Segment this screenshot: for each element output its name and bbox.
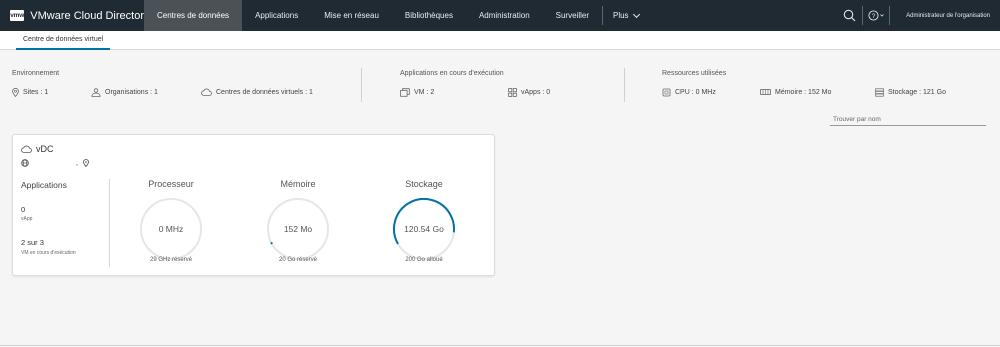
storage-value: 120.54 Go	[404, 224, 444, 234]
cpu-metric-title: Processeur	[131, 179, 211, 189]
storage-metric-title: Stockage	[384, 179, 464, 189]
svg-text:?: ?	[871, 13, 875, 20]
cloud-icon	[201, 88, 212, 96]
environment-title: Environnement	[12, 70, 60, 77]
organization-icon	[91, 88, 101, 97]
summary-divider	[624, 68, 625, 102]
cpu-icon	[662, 88, 671, 97]
user-menu[interactable]: Administrateur de l'organisation	[890, 0, 1000, 31]
applications-heading: Applications	[21, 180, 67, 190]
vdc-card[interactable]: vDC , Applications 0 vApp 2 sur 3 VM en …	[12, 134, 495, 276]
storage-usage: Stockage : 121 Go	[875, 88, 946, 97]
vdc-name: vDC	[36, 144, 54, 154]
help-menu-button[interactable]: ?	[863, 0, 889, 31]
memory-icon	[760, 89, 771, 95]
vmware-logo: vmw	[10, 10, 25, 21]
storage-label: Stockage : 121 Go	[888, 89, 946, 96]
location-pin-icon	[12, 88, 19, 97]
sub-navigation: Centre de données virtuel	[0, 31, 1000, 50]
storage-gauge: 120.54 Go	[391, 196, 457, 262]
sites-label: Sites : 1	[23, 89, 49, 96]
cpu-label: CPU : 0 MHz	[675, 89, 716, 96]
search-icon	[843, 9, 856, 22]
nav-monitor[interactable]: Surveiller	[543, 0, 602, 31]
organizations-label: Organisations : 1	[105, 89, 158, 96]
nav-more-menu[interactable]: Plus	[603, 0, 649, 31]
memory-title: Mémoire	[280, 179, 316, 189]
memory-metric-title: Mémoire	[258, 179, 338, 189]
summary-divider	[361, 68, 362, 102]
sites-count: Sites : 1	[12, 88, 48, 97]
brand[interactable]: vmw VMware Cloud Director	[0, 0, 144, 31]
location-separator: ,	[76, 159, 78, 167]
vapps-count: vApps : 0	[508, 88, 550, 97]
cpu-title: Processeur	[148, 179, 194, 189]
top-navigation-bar: vmw VMware Cloud Director Centres de don…	[0, 0, 1000, 31]
nav-datacenters[interactable]: Centres de données	[144, 0, 243, 31]
memory-gauge: 152 Mo	[265, 196, 331, 262]
storage-icon	[875, 88, 884, 97]
bottom-divider	[0, 345, 1000, 346]
cpu-value: 0 MHz	[158, 224, 184, 234]
organizations-count: Organisations : 1	[91, 88, 158, 97]
card-divider	[109, 179, 110, 267]
running-apps-title: Applications en cours d'exécution	[400, 70, 504, 77]
vapp-label: vApp	[21, 216, 33, 222]
user-role-label: Administrateur de l'organisation	[906, 12, 990, 19]
cpu-reserved: 29 GHz réservé	[149, 257, 192, 263]
vm-count: VM : 2	[400, 88, 434, 97]
storage-title: Stockage	[405, 179, 443, 189]
memory-label: Mémoire : 152 Mo	[775, 88, 832, 96]
header-tools: ? Administrateur de l'organisation	[836, 0, 1000, 31]
chevron-down-icon	[632, 10, 640, 18]
summary-panel: Environnement Sites : 1 Organisations : …	[0, 50, 1000, 105]
nav-administration[interactable]: Administration	[466, 0, 543, 31]
search-input[interactable]	[830, 113, 986, 126]
main-nav: Centres de données Applications Mise en …	[144, 0, 649, 31]
cpu-gauge: 0 MHz	[138, 196, 204, 262]
tab-virtual-datacenter[interactable]: Centre de données virtuel	[16, 31, 111, 50]
search-button[interactable]	[836, 0, 862, 31]
cloud-icon	[21, 145, 32, 153]
nav-applications[interactable]: Applications	[242, 0, 311, 31]
memory-value: 152 Mo	[283, 224, 313, 234]
nav-networking[interactable]: Mise en réseau	[311, 0, 392, 31]
vdc-location: ,	[21, 159, 89, 167]
vapp-icon	[508, 88, 517, 97]
resources-title: Ressources utilisées	[662, 70, 727, 77]
vm-label: VM : 2	[414, 89, 435, 96]
vapps-label: vApps : 0	[521, 89, 551, 96]
vm-running-count: 2 sur 3	[21, 238, 44, 247]
help-icon: ?	[868, 10, 884, 21]
storage-allocated: 200 Go alloué	[405, 257, 443, 263]
vdc-card-title: vDC	[21, 144, 54, 154]
cpu-usage: CPU : 0 MHz	[662, 88, 716, 97]
memory-usage: Mémoire : 152 Mo	[760, 88, 831, 96]
location-pin-icon	[83, 159, 89, 167]
vm-running-label: VM en cours d'exécution	[21, 250, 76, 256]
app-title: VMware Cloud Director	[30, 9, 144, 22]
vdc-count: Centres de données virtuels : 1	[201, 88, 313, 96]
vdc-label: Centres de données virtuels : 1	[216, 88, 313, 96]
memory-reserved: 20 Go réservé	[278, 257, 318, 263]
globe-icon	[21, 159, 29, 167]
vapp-count: 0	[21, 205, 26, 214]
nav-libraries[interactable]: Bibliothèques	[392, 0, 466, 31]
nav-more-label: Plus	[612, 11, 629, 20]
vm-icon	[400, 88, 410, 97]
